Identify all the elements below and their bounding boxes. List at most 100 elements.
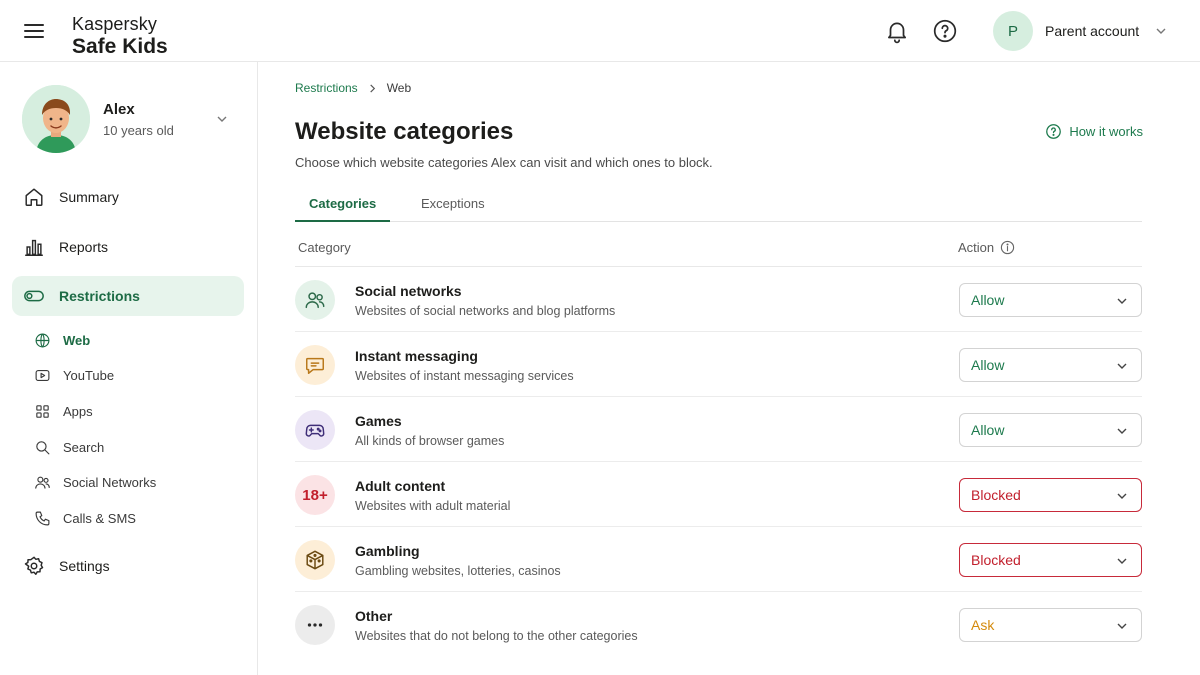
sub-nav-youtube-label: YouTube [63,367,115,383]
chevron-down-icon [1117,363,1127,369]
brand-line-1: Kaspersky [72,14,157,34]
category-description: All kinds of browser games [355,434,505,448]
brand-logo[interactable]: Kaspersky Safe Kids [72,15,168,57]
chevron-down-icon [1117,623,1127,629]
column-header-action-label: Action [958,240,995,255]
page-title: Website categories [295,118,514,145]
18-plus-icon: 18+ [295,475,335,515]
column-header-category: Category [298,240,351,255]
child-info: Alex 10 years old [103,101,174,138]
action-select-social-networks[interactable]: Allow [959,283,1142,317]
top-header: Kaspersky Safe Kids P Parent account [0,0,1200,62]
category-name: Games [355,413,402,429]
nav-reports[interactable]: Reports [12,227,244,267]
how-it-works-label: How it works [1069,124,1143,139]
gamepad-icon [295,410,335,450]
category-name: Adult content [355,478,446,494]
nav-restrictions[interactable]: Restrictions [12,276,244,316]
gear-icon [24,556,44,575]
sub-nav-web[interactable]: Web [34,327,234,353]
category-row-adult-content: 18+ Adult content Websites with adult ma… [295,462,1142,527]
chevron-right-icon [369,83,375,93]
sub-nav-youtube[interactable]: YouTube [34,362,234,388]
sub-nav-apps[interactable]: Apps [34,398,234,424]
how-it-works-link[interactable]: How it works [1045,123,1143,140]
sub-nav-search-label: Search [63,439,105,455]
action-select-instant-messaging[interactable]: Allow [959,348,1142,382]
chevron-down-icon [1117,558,1127,564]
chevron-down-icon [1117,493,1127,499]
sub-nav-search[interactable]: Search [34,434,234,460]
nav-summary-label: Summary [59,189,119,205]
action-value: Blocked [971,487,1021,503]
sub-nav-social-networks-label: Social Networks [63,474,157,490]
help-icon[interactable] [932,18,958,44]
nav-settings[interactable]: Settings [12,546,244,586]
18-plus-text: 18+ [302,486,328,504]
child-age: 10 years old [103,122,174,138]
tab-exceptions[interactable]: Exceptions [421,196,485,211]
breadcrumb-restrictions-link[interactable]: Restrictions [295,81,358,95]
more-icon [295,605,335,645]
child-avatar [22,85,90,153]
active-tab-indicator [295,220,390,222]
action-value: Allow [971,292,1005,308]
action-select-gambling[interactable]: Blocked [959,543,1142,577]
child-name: Alex [103,100,135,118]
category-row-other: Other Websites that do not belong to the… [295,592,1142,657]
help-circle-icon [1046,124,1062,139]
column-header-action: Action [958,240,1015,255]
phone-icon [35,511,50,525]
category-name: Other [355,608,393,624]
category-row-gambling: Gambling Gambling websites, lotteries, c… [295,527,1142,592]
action-select-other[interactable]: Ask [959,608,1142,642]
category-description: Websites of social networks and blog pla… [355,304,616,318]
action-value: Allow [971,357,1005,373]
chevron-down-icon [1156,28,1166,34]
category-name: Gambling [355,543,420,559]
play-icon [35,369,50,381]
sub-nav-web-label: Web [63,332,91,348]
category-description: Websites with adult material [355,499,511,513]
tabs: Categories Exceptions [295,188,1142,222]
sub-nav-social-networks[interactable]: Social Networks [34,469,234,495]
hamburger-menu-icon[interactable] [22,20,46,42]
child-profile-selector[interactable]: Alex 10 years old [22,84,238,154]
nav-settings-label: Settings [59,558,110,574]
page-subtitle: Choose which website categories Alex can… [295,155,713,170]
category-name: Social networks [355,283,462,299]
bell-icon[interactable] [884,18,910,44]
home-icon [25,188,43,206]
tab-categories[interactable]: Categories [309,196,376,211]
nav-summary[interactable]: Summary [12,177,244,217]
apps-grid-icon [36,404,49,418]
action-select-adult-content[interactable]: Blocked [959,478,1142,512]
sub-nav-calls-sms[interactable]: Calls & SMS [34,505,234,531]
category-description: Gambling websites, lotteries, casinos [355,564,561,578]
category-row-games: Games All kinds of browser games Allow [295,397,1142,462]
sub-nav-apps-label: Apps [63,403,93,419]
breadcrumb: Restrictions Web [295,81,411,95]
info-icon[interactable] [1000,240,1015,255]
category-description: Websites that do not belong to the other… [355,629,638,643]
account-menu[interactable]: P Parent account [993,11,1167,51]
search-icon [36,440,50,454]
column-header-category-label: Category [298,240,351,255]
action-value: Ask [971,617,995,633]
chevron-down-icon [1117,298,1127,304]
chevron-down-icon [1117,428,1127,434]
sub-nav-calls-sms-label: Calls & SMS [63,510,136,526]
breadcrumb-current: Web [386,81,412,95]
action-value: Allow [971,422,1005,438]
bar-chart-icon [25,239,43,256]
account-name: Parent account [1045,23,1140,39]
action-value: Blocked [971,552,1021,568]
account-avatar: P [993,11,1033,51]
people-icon [35,476,50,489]
toggle-icon [24,290,44,302]
globe-icon [35,333,50,347]
chevron-down-icon [217,116,227,122]
people-icon [295,280,335,320]
action-select-games[interactable]: Allow [959,413,1142,447]
chat-icon [295,345,335,385]
